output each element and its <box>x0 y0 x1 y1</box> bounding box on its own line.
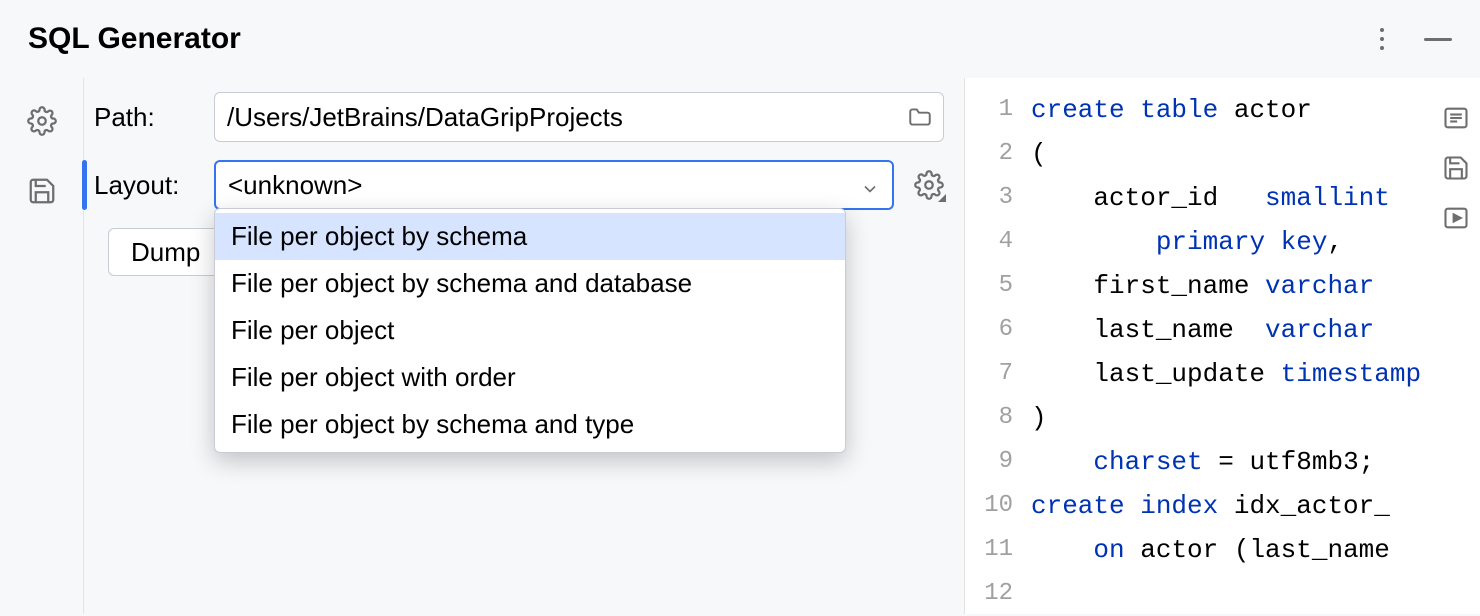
run-icon[interactable] <box>1442 204 1470 232</box>
dropdown-item[interactable]: File per object by schema and type <box>215 401 845 448</box>
form-area: Path: /Users/JetBrains/DataGripProjects … <box>84 78 964 614</box>
left-rail <box>0 78 84 614</box>
path-label: Path: <box>94 102 214 133</box>
chevron-down-icon <box>860 175 880 195</box>
editor-right-rail <box>1442 104 1470 232</box>
body: Path: /Users/JetBrains/DataGripProjects … <box>0 78 1480 614</box>
window-title: SQL Generator <box>28 22 241 56</box>
save-icon[interactable] <box>27 176 57 206</box>
layout-label: Layout: <box>94 170 214 201</box>
dropdown-item[interactable]: File per object by schema <box>215 213 845 260</box>
path-value: /Users/JetBrains/DataGripProjects <box>227 102 623 133</box>
dump-button[interactable]: Dump <box>108 228 223 276</box>
save-icon[interactable] <box>1442 154 1470 182</box>
minimize-icon[interactable] <box>1424 25 1452 53</box>
titlebar-actions <box>1368 25 1452 53</box>
dropdown-item[interactable]: File per object <box>215 307 845 354</box>
folder-icon[interactable] <box>907 104 933 130</box>
dropdown-item[interactable]: File per object by schema and database <box>215 260 845 307</box>
layout-row: Layout: <unknown> <box>94 160 944 210</box>
layout-value: <unknown> <box>228 170 362 201</box>
path-input[interactable]: /Users/JetBrains/DataGripProjects <box>214 92 944 142</box>
titlebar: SQL Generator <box>0 0 1480 78</box>
path-row: Path: /Users/JetBrains/DataGripProjects <box>94 92 944 142</box>
dropdown-item[interactable]: File per object with order <box>215 354 845 401</box>
gear-icon[interactable] <box>27 106 57 136</box>
layout-combo[interactable]: <unknown> <box>214 160 894 210</box>
layout-settings-icon[interactable] <box>914 170 944 200</box>
code-editor[interactable]: 123456789101112 create table actor( acto… <box>964 78 1480 614</box>
layout-combo-wrap: <unknown> <box>214 160 944 210</box>
line-gutter: 123456789101112 <box>965 78 1025 614</box>
layout-dropdown: File per object by schema File per objec… <box>214 208 846 453</box>
code-content: create table actor( actor_id smallint pr… <box>1025 78 1480 614</box>
lines-icon[interactable] <box>1442 104 1470 132</box>
kebab-icon[interactable] <box>1368 25 1396 53</box>
